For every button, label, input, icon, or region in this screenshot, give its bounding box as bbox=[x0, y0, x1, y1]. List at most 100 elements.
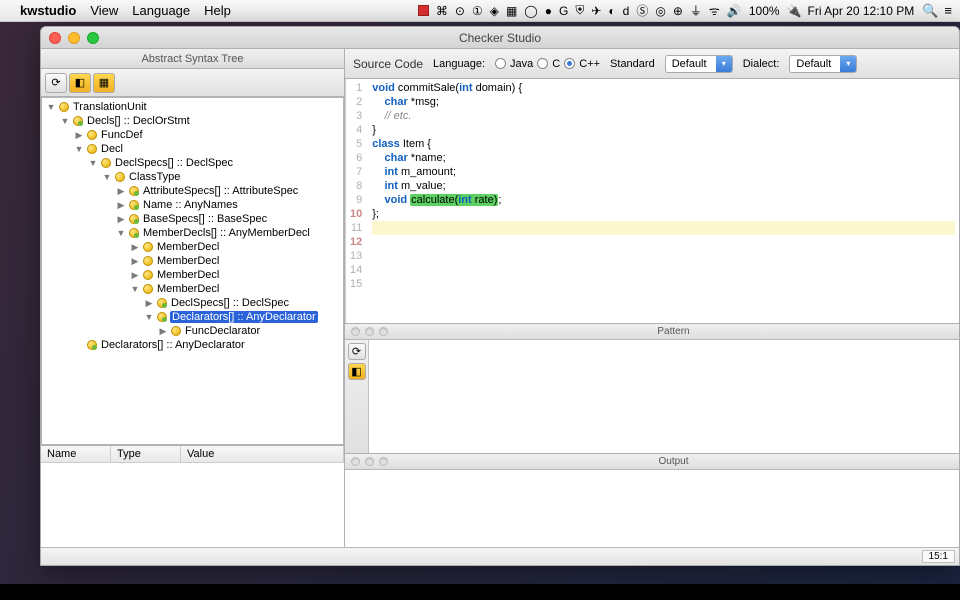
radio-java-label[interactable]: Java bbox=[510, 58, 533, 70]
menu-language[interactable]: Language bbox=[132, 3, 190, 18]
props-col-name[interactable]: Name bbox=[41, 446, 111, 462]
tree-node[interactable]: ▼DeclSpecs[] :: DeclSpec bbox=[42, 156, 343, 170]
tree-node[interactable]: ▼ MemberDecl bbox=[42, 282, 343, 296]
minimize-button[interactable] bbox=[68, 32, 80, 44]
panel-dot[interactable] bbox=[351, 327, 360, 336]
tray-icon[interactable]: ▦ bbox=[506, 4, 517, 18]
tree-node[interactable]: ▶FuncDef bbox=[42, 128, 343, 142]
tree-node[interactable]: ▼Decl bbox=[42, 142, 343, 156]
menu-help[interactable]: Help bbox=[204, 3, 231, 18]
editor-code[interactable]: void commitSale(int domain) { char *msg;… bbox=[368, 79, 959, 323]
disclosure-triangle-icon[interactable]: ▶ bbox=[130, 242, 140, 253]
tree-node[interactable]: ▶ DeclSpecs[] :: DeclSpec bbox=[42, 296, 343, 310]
tray-wifi-icon[interactable]: ᯤ bbox=[709, 2, 720, 19]
panel-dot[interactable] bbox=[365, 327, 374, 336]
standard-label: Standard bbox=[610, 58, 655, 70]
tree-node[interactable]: ▼Declarators[] :: AnyDeclarator bbox=[42, 310, 343, 324]
disclosure-triangle-icon[interactable]: ▶ bbox=[158, 326, 168, 337]
disclosure-triangle-icon[interactable]: ▼ bbox=[74, 144, 84, 154]
tree-node-label: MemberDecl bbox=[156, 283, 220, 295]
window-titlebar[interactable]: Checker Studio bbox=[41, 27, 959, 49]
tray-spotlight-icon[interactable]: 🔍 bbox=[922, 3, 938, 19]
radio-java[interactable] bbox=[495, 58, 506, 69]
disclosure-triangle-icon[interactable]: ▼ bbox=[144, 312, 154, 322]
tray-icon[interactable]: ⛨ bbox=[575, 3, 584, 18]
disclosure-triangle-icon[interactable]: ▶ bbox=[144, 298, 154, 309]
tray-notification-icon[interactable]: ≡ bbox=[944, 3, 952, 18]
tray-icon[interactable]: ● bbox=[545, 4, 552, 18]
tray-icon[interactable]: d bbox=[623, 4, 630, 18]
ast-tree[interactable]: ▼TranslationUnit▼Decls[] :: DeclOrStmt▶F… bbox=[41, 97, 344, 445]
tray-icon[interactable]: ◈ bbox=[490, 4, 499, 18]
disclosure-triangle-icon[interactable]: ▼ bbox=[46, 102, 56, 112]
pattern-content[interactable] bbox=[369, 340, 959, 453]
source-editor[interactable]: 123456789101112131415 void commitSale(in… bbox=[345, 79, 959, 323]
tree-node[interactable]: Declarators[] :: AnyDeclarator bbox=[42, 338, 343, 352]
disclosure-triangle-icon[interactable]: ▼ bbox=[88, 158, 98, 168]
tray-icon[interactable]: ① bbox=[472, 4, 483, 18]
disclosure-triangle-icon[interactable]: ▼ bbox=[116, 228, 126, 238]
disclosure-triangle-icon[interactable]: ▶ bbox=[130, 270, 140, 281]
tray-icon[interactable]: G bbox=[559, 4, 568, 18]
tray-icon[interactable]: ⊕ bbox=[673, 4, 683, 18]
tree-node[interactable]: ▼Decls[] :: DeclOrStmt bbox=[42, 114, 343, 128]
tree-node[interactable]: ▶MemberDecl bbox=[42, 254, 343, 268]
tray-battery-icon[interactable]: 🔌 bbox=[787, 4, 802, 18]
tree-node[interactable]: ▼ClassType bbox=[42, 170, 343, 184]
zoom-button[interactable] bbox=[87, 32, 99, 44]
disclosure-triangle-icon[interactable]: ▶ bbox=[74, 130, 84, 141]
tree-node-label: DeclSpecs[] :: DeclSpec bbox=[170, 297, 290, 309]
dialect-combo[interactable]: Default ▾ bbox=[789, 55, 857, 73]
radio-cpp[interactable] bbox=[564, 58, 575, 69]
tree-node[interactable]: ▼MemberDecls[] :: AnyMemberDecl bbox=[42, 226, 343, 240]
ast-toolbar-button[interactable]: ◧ bbox=[69, 73, 91, 93]
tree-node[interactable]: ▶BaseSpecs[] :: BaseSpec bbox=[42, 212, 343, 226]
tray-icon[interactable]: ⊙ bbox=[455, 4, 465, 18]
tree-node[interactable]: ▶AttributeSpecs[] :: AttributeSpec bbox=[42, 184, 343, 198]
panel-dot[interactable] bbox=[351, 457, 360, 466]
disclosure-triangle-icon[interactable]: ▶ bbox=[116, 214, 126, 225]
menubar-clock[interactable]: Fri Apr 20 12:10 PM bbox=[808, 4, 915, 18]
props-col-value[interactable]: Value bbox=[181, 446, 344, 462]
menu-view[interactable]: View bbox=[90, 3, 118, 18]
props-col-type[interactable]: Type bbox=[111, 446, 181, 462]
window-title: Checker Studio bbox=[41, 31, 959, 45]
radio-cpp-label[interactable]: C++ bbox=[579, 58, 600, 70]
disclosure-triangle-icon[interactable]: ▶ bbox=[130, 256, 140, 267]
radio-c-label[interactable]: C bbox=[552, 58, 560, 70]
ast-toolbar-button[interactable]: ▦ bbox=[93, 73, 115, 93]
tray-wifi-icon[interactable]: ⏚ bbox=[690, 2, 702, 19]
tray-icon[interactable]: ✈ bbox=[591, 4, 601, 18]
node-icon bbox=[143, 242, 153, 252]
refresh-button[interactable]: ⟳ bbox=[348, 343, 366, 360]
standard-combo[interactable]: Default ▾ bbox=[665, 55, 733, 73]
cursor-position: 15:1 bbox=[922, 550, 955, 563]
disclosure-triangle-icon[interactable]: ▶ bbox=[116, 186, 126, 197]
tray-icon[interactable]: ◐ bbox=[608, 4, 615, 18]
disclosure-triangle-icon[interactable]: ▶ bbox=[116, 200, 126, 211]
tray-skype-icon[interactable]: Ⓢ bbox=[636, 2, 648, 19]
panel-dot[interactable] bbox=[379, 327, 388, 336]
tree-node[interactable]: ▼TranslationUnit bbox=[42, 100, 343, 114]
radio-c[interactable] bbox=[537, 58, 548, 69]
node-icon bbox=[143, 256, 153, 266]
tray-icon[interactable]: ◎ bbox=[655, 4, 665, 18]
pattern-toolbar-button[interactable]: ◧ bbox=[348, 363, 366, 380]
tray-icon[interactable]: ◯ bbox=[524, 4, 537, 18]
tray-icon[interactable]: ⌘ bbox=[436, 4, 448, 18]
tree-node[interactable]: ▶FuncDeclarator bbox=[42, 324, 343, 338]
close-button[interactable] bbox=[49, 32, 61, 44]
tray-record-icon[interactable] bbox=[418, 5, 429, 16]
panel-dot[interactable] bbox=[365, 457, 374, 466]
disclosure-triangle-icon[interactable]: ▼ bbox=[102, 172, 112, 182]
tray-volume-icon[interactable]: 🔊 bbox=[727, 4, 742, 18]
tree-node[interactable]: ▶MemberDecl bbox=[42, 268, 343, 282]
tree-node[interactable]: ▶MemberDecl bbox=[42, 240, 343, 254]
panel-dot[interactable] bbox=[379, 457, 388, 466]
disclosure-triangle-icon[interactable]: ▼ bbox=[60, 116, 70, 126]
node-icon bbox=[157, 298, 167, 308]
app-name[interactable]: kwstudio bbox=[20, 3, 76, 18]
disclosure-triangle-icon[interactable]: ▼ bbox=[130, 284, 140, 294]
refresh-button[interactable]: ⟳ bbox=[45, 73, 67, 93]
tree-node[interactable]: ▶Name :: AnyNames bbox=[42, 198, 343, 212]
